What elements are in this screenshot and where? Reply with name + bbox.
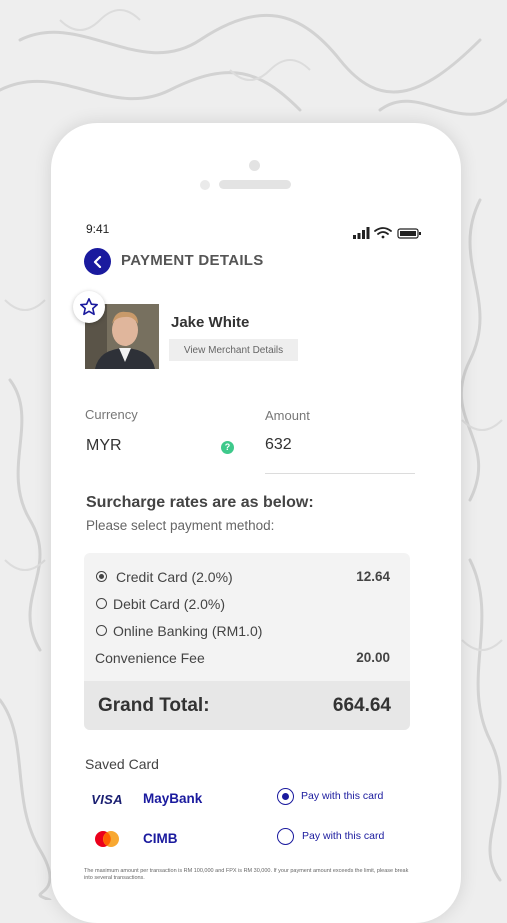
- star-icon: [80, 298, 98, 316]
- surcharge-heading: Surcharge rates are as below:: [86, 494, 314, 511]
- help-icon[interactable]: ?: [221, 441, 234, 454]
- grand-total-value: 664.64: [332, 695, 391, 716]
- convenience-fee-value: 20.00: [356, 650, 390, 665]
- card-bank-maybank: MayBank: [143, 791, 203, 806]
- method-value: 12.64: [356, 569, 390, 584]
- method-label: Credit Card (2.0%): [116, 569, 233, 585]
- radio-debit-card[interactable]: [96, 598, 107, 609]
- grand-total-row: Grand Total: 664.64: [84, 681, 410, 730]
- wifi-icon: [374, 227, 392, 239]
- method-label: Debit Card (2.0%): [113, 596, 226, 612]
- grand-total-label: Grand Total:: [98, 695, 210, 716]
- pay-with-card-label[interactable]: Pay with this card: [301, 790, 383, 802]
- pay-radio-cimb[interactable]: [277, 828, 294, 845]
- status-time: 9:41: [86, 222, 110, 236]
- mastercard-logo: [85, 826, 129, 852]
- battery-icon: [397, 228, 421, 239]
- radio-online-banking[interactable]: [96, 625, 107, 636]
- currency-value[interactable]: MYR: [86, 437, 122, 455]
- convenience-fee-row: Convenience Fee 20.00: [84, 649, 410, 669]
- merchant-name: Jake White: [171, 314, 250, 331]
- method-debit-card[interactable]: Debit Card (2.0%): [84, 595, 410, 615]
- amount-underline: [265, 473, 415, 474]
- radio-credit-card[interactable]: [96, 571, 107, 582]
- saved-card-title: Saved Card: [85, 756, 159, 772]
- surcharge-subheading: Please select payment method:: [86, 518, 275, 533]
- card-bank-cimb: CIMB: [143, 831, 178, 846]
- view-merchant-details-button[interactable]: View Merchant Details: [169, 339, 298, 361]
- signal-icon: [353, 227, 370, 239]
- chevron-left-icon: [93, 255, 101, 268]
- camera-icon: [249, 160, 260, 171]
- payment-method-box: Credit Card (2.0%) 12.64 Debit Card (2.0…: [84, 553, 410, 730]
- visa-logo-text: VISA: [91, 791, 123, 807]
- page-title: PAYMENT DETAILS: [121, 252, 264, 269]
- pay-radio-maybank[interactable]: [277, 788, 294, 805]
- convenience-fee-label: Convenience Fee: [95, 650, 205, 666]
- status-icons: [353, 227, 421, 239]
- back-button[interactable]: [84, 248, 111, 275]
- sensor-icon: [200, 180, 210, 190]
- favorite-button[interactable]: [73, 291, 105, 323]
- disclaimer-text: The maximum amount per transaction is RM…: [84, 868, 409, 881]
- method-online-banking[interactable]: Online Banking (RM1.0): [84, 622, 410, 642]
- pay-with-card-label[interactable]: Pay with this card: [302, 830, 384, 842]
- visa-logo: VISA: [85, 786, 129, 812]
- speaker-grill: [219, 180, 291, 189]
- amount-label: Amount: [265, 408, 310, 423]
- method-credit-card[interactable]: Credit Card (2.0%) 12.64: [84, 568, 410, 588]
- currency-label: Currency: [85, 407, 138, 422]
- method-label: Online Banking (RM1.0): [113, 623, 263, 639]
- amount-value[interactable]: 632: [265, 436, 292, 454]
